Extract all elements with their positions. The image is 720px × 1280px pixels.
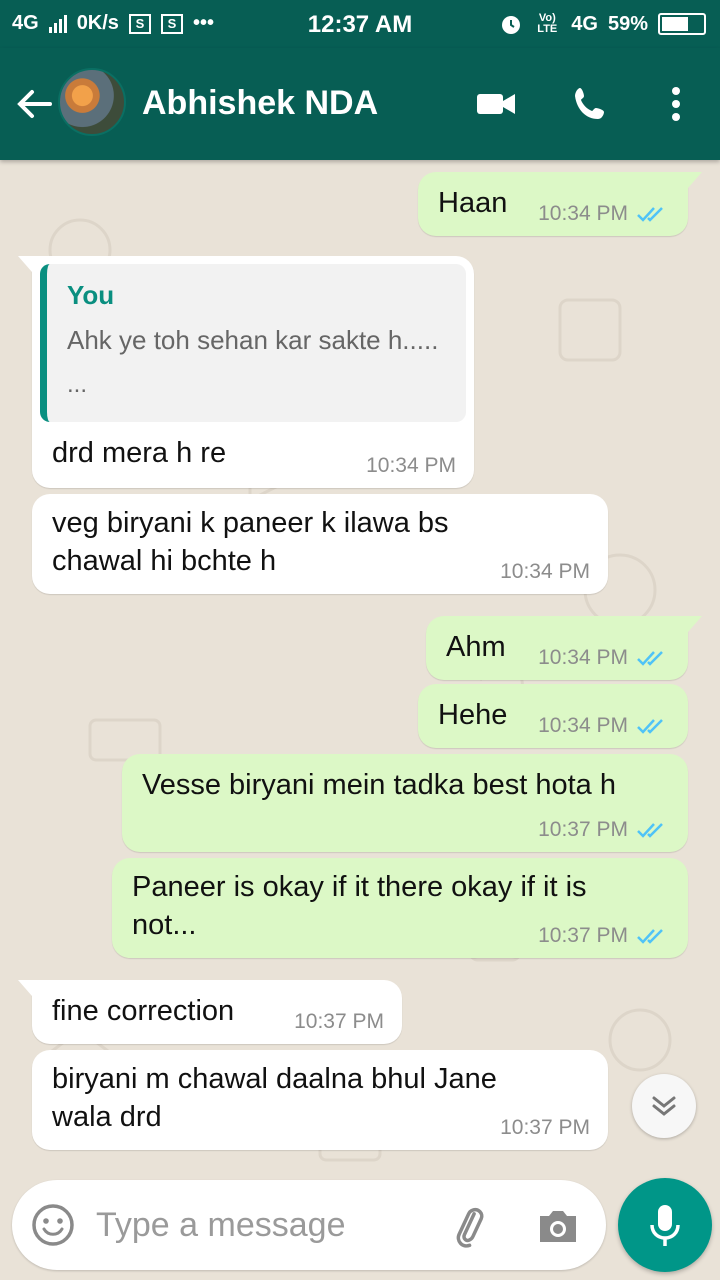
back-arrow-icon[interactable] [12,82,56,126]
alarm-icon [502,16,521,34]
message-outgoing[interactable]: Hehe 10:34 PM [418,684,688,748]
video-call-icon[interactable] [474,82,518,126]
avatar[interactable] [58,68,126,136]
message-outgoing[interactable]: Vesse biryani mein tadka best hota h 10:… [122,754,688,852]
quoted-message[interactable]: You Ahk ye toh sehan kar sakte h..... ..… [40,264,466,422]
more-vert-icon[interactable] [654,82,698,126]
message-outgoing[interactable]: Ahm 10:34 PM [426,616,702,680]
message-text: Haan [438,187,508,219]
message-meta: 10:37 PM [500,1116,590,1140]
quote-text: Ahk ye toh sehan kar sakte h..... [67,325,439,355]
read-ticks-icon [637,651,663,666]
message-time: 10:37 PM [294,1010,384,1033]
mic-icon [650,1205,680,1246]
chat-header: Abhishek NDA [0,48,720,160]
attach-icon[interactable] [446,1202,494,1250]
contact-name[interactable]: Abhishek NDA [142,84,378,123]
emoji-icon[interactable] [30,1202,76,1248]
message-time: 10:37 PM [538,924,628,947]
message-outgoing[interactable]: Haan 10:34 PM [418,172,702,236]
message-incoming-reply[interactable]: You Ahk ye toh sehan kar sakte h..... ..… [18,256,474,488]
message-input[interactable] [96,1200,436,1250]
message-meta: 10:37 PM [294,1010,384,1034]
message-time: 10:34 PM [538,202,628,225]
message-text: veg biryani k paneer k ilawa bs chawal h… [52,507,449,577]
volte-icon: Vo) LTE [537,12,558,35]
message-meta: 10:34 PM [538,202,670,226]
message-incoming[interactable]: biryani m chawal daalna bhul Jane wala d… [32,1050,608,1150]
status-right: Vo) LTE 4G 59% [499,12,706,36]
status-bar: 4G 0K/s S S ••• 12:37 AM Vo) LTE 4G 59% [0,0,720,48]
read-ticks-icon [637,929,663,944]
message-time: 10:34 PM [500,560,590,583]
message-text: Ahm [446,631,506,663]
message-meta: 10:34 PM [366,454,456,478]
battery-icon [658,13,706,35]
message-meta: 10:37 PM [538,818,670,842]
message-meta: 10:34 PM [500,560,590,584]
chevron-double-down-icon [652,1096,676,1116]
message-time: 10:34 PM [366,454,456,477]
message-time: 10:34 PM [538,646,628,669]
scroll-to-bottom-button[interactable] [632,1074,696,1138]
message-outgoing[interactable]: Paneer is okay if it there okay if it is… [112,858,688,958]
message-meta: 10:34 PM [538,714,670,738]
read-ticks-icon [637,207,663,222]
camera-icon[interactable] [534,1202,582,1250]
message-text: fine correction [52,995,235,1027]
read-ticks-icon [637,823,663,838]
quote-more: ... [67,371,88,398]
message-text: drd mera h re [52,437,227,469]
phone-icon[interactable] [570,82,614,126]
battery-percent: 59% [607,12,648,35]
message-time: 10:37 PM [538,818,628,841]
message-text: Vesse biryani mein tadka best hota h [142,769,616,801]
message-meta: 10:34 PM [538,646,670,670]
message-composer [12,1180,606,1270]
quote-author: You [67,280,115,310]
message-incoming[interactable]: fine correction 10:37 PM [18,980,402,1044]
message-time: 10:34 PM [538,714,628,737]
network-label-2: 4G [571,12,598,35]
voice-message-button[interactable] [618,1178,712,1272]
message-meta: 10:37 PM [538,924,670,948]
message-time: 10:37 PM [500,1116,590,1139]
message-text: Hehe [438,699,508,731]
read-ticks-icon [637,719,663,734]
message-text: biryani m chawal daalna bhul Jane wala d… [52,1063,497,1133]
chat-area[interactable]: Haan 10:34 PM You Ahk ye toh sehan kar s… [0,160,720,1170]
message-incoming[interactable]: veg biryani k paneer k ilawa bs chawal h… [32,494,608,594]
